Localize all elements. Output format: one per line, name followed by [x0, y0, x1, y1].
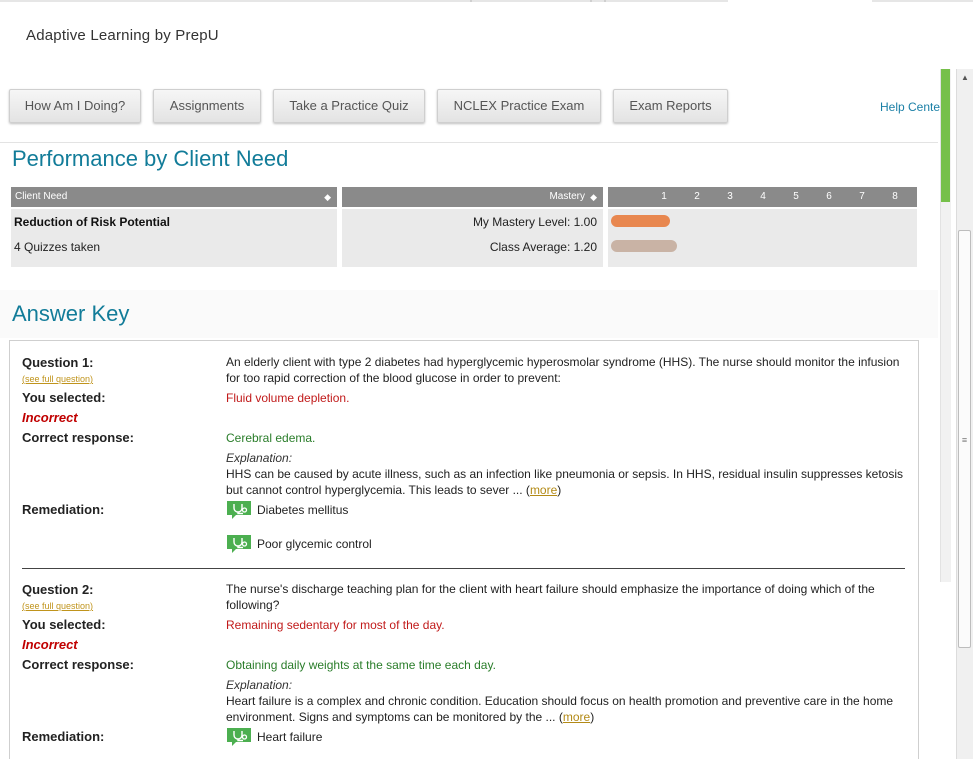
stethoscope-icon — [227, 728, 251, 746]
you-selected-label: You selected: — [22, 390, 106, 405]
class-average-bar — [611, 240, 677, 252]
client-need-header-label: Client Need — [15, 191, 68, 202]
nav-nclex-exam-button[interactable]: NCLEX Practice Exam — [437, 89, 601, 123]
nav-assignments-button[interactable]: Assignments — [153, 89, 261, 123]
scale-tick-label: 2 — [694, 191, 700, 202]
my-mastery-bar — [611, 215, 670, 227]
remediation-topic: Heart failure — [257, 730, 323, 744]
stethoscope-icon — [227, 501, 251, 519]
scale-tick-label: 8 — [892, 191, 898, 202]
sort-icon: ◆ — [590, 192, 597, 202]
top-strip-tick — [604, 0, 606, 2]
explanation: Explanation: HHS can be caused by acute … — [226, 450, 910, 498]
stethoscope-icon — [227, 535, 251, 553]
sort-icon: ◆ — [324, 192, 331, 202]
explanation-text: HHS can be caused by acute illness, such… — [226, 467, 904, 497]
question-separator — [22, 568, 905, 569]
top-strip-tick — [590, 0, 592, 2]
scale-tick-label: 1 — [661, 191, 667, 202]
scale-tick-label: 3 — [727, 191, 733, 202]
question-text: The nurse's discharge teaching plan for … — [226, 582, 875, 612]
correct-response-label: Correct response: — [22, 657, 134, 672]
question-label: Question 2: — [22, 582, 94, 597]
quizzes-taken: 4 Quizzes taken — [14, 240, 101, 254]
nav-how-am-i-doing-button[interactable]: How Am I Doing? — [9, 89, 141, 123]
my-mastery-level: My Mastery Level: 1.00 — [472, 215, 597, 229]
arrow-up-icon[interactable]: ▲ — [957, 70, 973, 86]
scale-tick-label: 4 — [760, 191, 766, 202]
explanation-label: Explanation: — [226, 451, 293, 465]
mastery-scale-header: 1 2 3 4 5 6 7 8 — [608, 187, 917, 207]
mastery-bars-cell — [608, 209, 917, 267]
answer-key-title: Answer Key — [12, 301, 130, 326]
explanation-text: Heart failure is a complex and chronic c… — [226, 694, 894, 724]
page-divider — [0, 142, 938, 143]
explanation-body: HHS can be caused by acute illness, such… — [226, 467, 904, 497]
performance-title: Performance by Client Need — [12, 146, 289, 171]
top-strip-tick — [470, 0, 472, 2]
selected-answer: Remaining sedentary for most of the day. — [226, 618, 445, 632]
nav-exam-reports-button[interactable]: Exam Reports — [613, 89, 728, 123]
mastery-header[interactable]: Mastery ◆ — [342, 187, 603, 207]
question-label: Question 1: — [22, 355, 94, 370]
more-link[interactable]: more — [563, 710, 590, 724]
remediation-label: Remediation: — [22, 502, 105, 517]
answer-key-header-band — [0, 290, 938, 338]
incorrect-badge: Incorrect — [22, 410, 78, 425]
you-selected-label: You selected: — [22, 617, 106, 632]
correct-response-label: Correct response: — [22, 430, 134, 445]
window-top-strip — [0, 0, 973, 2]
scale-tick-label: 6 — [826, 191, 832, 202]
more-link[interactable]: more — [530, 483, 557, 497]
scale-tick-label: 5 — [793, 191, 799, 202]
correct-answer: Obtaining daily weights at the same time… — [226, 658, 496, 672]
remediation-topic: Poor glycemic control — [257, 537, 372, 551]
see-full-question-link[interactable]: (see full question) — [22, 601, 93, 611]
incorrect-badge: Incorrect — [22, 637, 78, 652]
mastery-header-label: Mastery — [549, 191, 585, 202]
client-need-header[interactable]: Client Need ◆ — [11, 187, 337, 207]
inner-scrollbar-thumb[interactable] — [941, 69, 950, 202]
explanation-body: Heart failure is a complex and chronic c… — [226, 694, 894, 724]
mastery-cell: My Mastery Level: 1.00 Class Average: 1.… — [342, 209, 603, 267]
app-title: Adaptive Learning by PrepU — [26, 27, 219, 44]
correct-answer: Cerebral edema. — [226, 431, 316, 445]
question-text: An elderly client with type 2 diabetes h… — [226, 355, 900, 385]
top-strip-active-tab — [728, 0, 872, 2]
remediation-label: Remediation: — [22, 729, 105, 744]
explanation: Explanation: Heart failure is a complex … — [226, 677, 910, 725]
nav-practice-quiz-button[interactable]: Take a Practice Quiz — [273, 89, 425, 123]
see-full-question-link[interactable]: (see full question) — [22, 374, 93, 384]
scroll-grip-icon: ≡ — [961, 435, 968, 445]
remediation-topic: Diabetes mellitus — [257, 503, 349, 517]
selected-answer: Fluid volume depletion. — [226, 391, 350, 405]
explanation-label: Explanation: — [226, 678, 293, 692]
class-average: Class Average: 1.20 — [489, 240, 597, 254]
scale-tick-label: 7 — [859, 191, 865, 202]
client-need-cell: Reduction of Risk Potential 4 Quizzes ta… — [11, 209, 337, 267]
answer-key-panel: Question 1: (see full question) An elder… — [9, 340, 919, 759]
help-center-link[interactable]: Help Cente — [880, 100, 940, 114]
client-need-name: Reduction of Risk Potential — [14, 215, 171, 229]
